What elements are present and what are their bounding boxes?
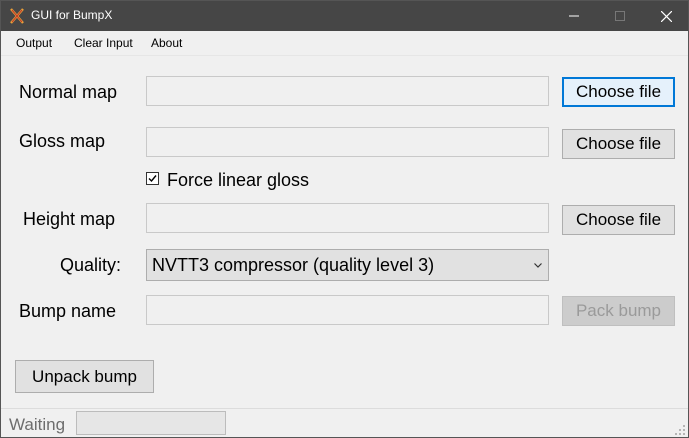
check-icon (148, 175, 157, 183)
minimize-button[interactable] (551, 1, 597, 31)
normal-map-field[interactable] (146, 76, 549, 106)
app-window: GUI for BumpX Output Clear Input About N… (0, 0, 689, 438)
bump-name-field[interactable] (146, 295, 549, 325)
pack-bump-button[interactable]: Pack bump (562, 296, 675, 326)
unpack-bump-button[interactable]: Unpack bump (15, 360, 154, 393)
quality-select[interactable]: NVTT3 compressor (quality level 3) (146, 249, 549, 281)
bump-name-label: Bump name (19, 301, 117, 321)
maximize-button[interactable] (597, 1, 643, 31)
bumpx-app-icon (10, 8, 24, 24)
gloss-map-field[interactable] (146, 127, 549, 157)
window-title: GUI for BumpX (31, 8, 113, 22)
status-text: Waiting (9, 415, 66, 434)
minimize-icon (569, 15, 579, 17)
maximize-icon (615, 11, 625, 21)
close-icon (660, 10, 672, 22)
force-linear-gloss-label[interactable]: Force linear gloss (167, 170, 309, 191)
choose-height-map-button[interactable]: Choose file (562, 205, 675, 235)
height-map-label: Height map (23, 209, 116, 229)
menu-bar: Output Clear Input About (1, 31, 688, 56)
status-bar: Waiting (1, 408, 688, 438)
progress-bar (76, 411, 226, 435)
title-bar[interactable]: GUI for BumpX (1, 1, 688, 31)
quality-select-value: NVTT3 compressor (quality level 3) (152, 255, 435, 275)
choose-normal-map-button[interactable]: Choose file (562, 77, 675, 107)
menu-clear-input[interactable]: Clear Input (74, 36, 133, 50)
gloss-map-label: Gloss map (19, 131, 106, 151)
normal-map-label: Normal map (19, 82, 118, 102)
force-linear-gloss-checkbox[interactable] (146, 172, 159, 185)
resize-grip-icon[interactable] (674, 424, 686, 436)
menu-about[interactable]: About (151, 36, 182, 50)
close-button[interactable] (643, 1, 689, 31)
choose-gloss-map-button[interactable]: Choose file (562, 129, 675, 159)
height-map-field[interactable] (146, 203, 549, 233)
chevron-down-icon (534, 263, 542, 268)
menu-output[interactable]: Output (16, 36, 52, 50)
quality-label: Quality: (60, 255, 122, 275)
